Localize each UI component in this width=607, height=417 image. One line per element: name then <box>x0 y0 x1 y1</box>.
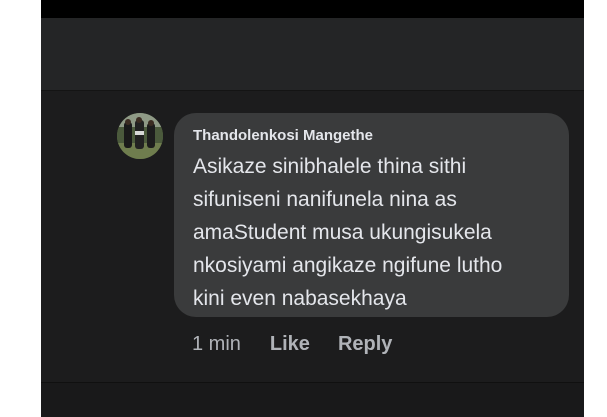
app-screen: Thandolenkosi Mangethe Asikaze sinibhale… <box>41 0 584 417</box>
top-bar <box>41 0 584 18</box>
avatar-image <box>117 113 163 159</box>
comment-bubble[interactable]: Thandolenkosi Mangethe Asikaze sinibhale… <box>174 113 569 317</box>
comment-timestamp: 1 min <box>192 332 241 355</box>
previous-content-area <box>41 18 584 90</box>
avatar[interactable] <box>117 113 163 159</box>
section-divider <box>41 90 584 91</box>
comment-line: nkosiyami angikaze ngifune lutho <box>193 254 503 277</box>
like-button[interactable]: Like <box>270 333 310 356</box>
comment-line: amaStudent musa ukungisukela <box>193 221 492 244</box>
comment-actions: 1 min Like Reply <box>192 330 420 358</box>
comment-author[interactable]: Thandolenkosi Mangethe <box>193 127 373 144</box>
comment-line: kini even nabasekhaya <box>193 287 407 310</box>
bottom-strip <box>41 382 584 417</box>
comment-line: Asikaze sinibhalele thina sithi <box>193 155 467 178</box>
comment-line: sifuniseni nanifunela nina as <box>193 188 457 211</box>
comment-text: Asikaze sinibhalele thina sithi sifunise… <box>193 150 563 315</box>
reply-button[interactable]: Reply <box>338 333 392 356</box>
